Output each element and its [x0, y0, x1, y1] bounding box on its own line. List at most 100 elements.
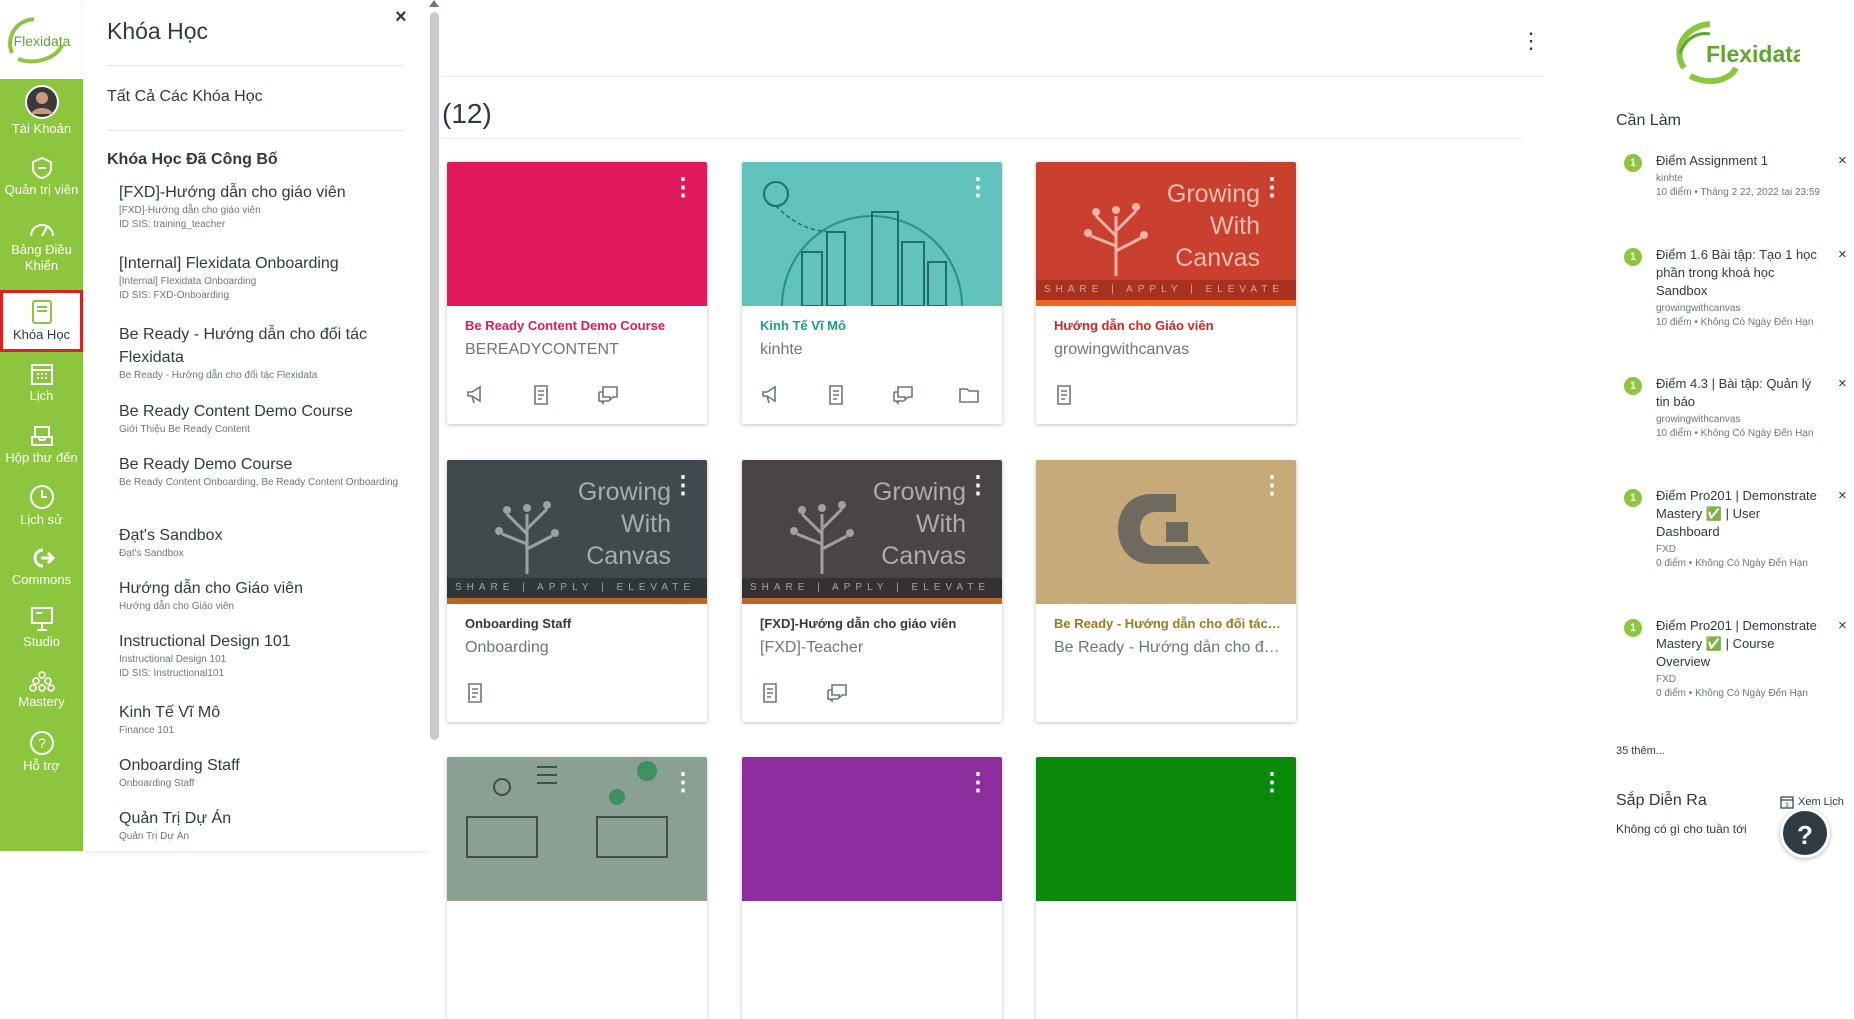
announcement-icon[interactable] — [760, 384, 782, 406]
course-card-hero[interactable] — [447, 162, 707, 306]
course-card-hero[interactable] — [742, 757, 1002, 901]
course-card-title[interactable]: Be Ready Content Demo Course — [465, 318, 693, 333]
tray-course-item[interactable]: Be Ready - Hướng dẫn cho đối tác Flexida… — [119, 323, 403, 383]
course-card-hero[interactable]: Growing With Canvas SHARE | APPLY | ELEVAT… — [742, 460, 1002, 604]
course-card-code: BEREADYCONTENT — [465, 341, 619, 358]
view-calendar-link[interactable]: 3 Xem Lịch — [1780, 795, 1844, 809]
folder-icon[interactable] — [958, 384, 980, 406]
course-card[interactable]: ⋮ Be Ready Content Demo Course BEREADYCO… — [447, 162, 707, 424]
course-card-title[interactable]: Kinh Tế Vĩ Mô — [760, 318, 988, 333]
card-options-kebab-icon[interactable]: ⋮ — [671, 771, 695, 795]
course-card[interactable]: ⋮ Be Ready - Hướng dẫn cho đối tác ... B… — [1036, 460, 1296, 722]
nav-help[interactable]: ? Hỗ trợ — [0, 730, 83, 778]
card-options-kebab-icon[interactable]: ⋮ — [966, 176, 990, 200]
dismiss-todo-close-icon[interactable]: × — [1838, 152, 1847, 169]
nav-admin[interactable]: Quản trị viên — [0, 156, 83, 204]
flexidata-logo[interactable]: Flexidata — [0, 0, 83, 79]
svg-text:Flexidata: Flexidata — [1706, 41, 1800, 67]
card-options-kebab-icon[interactable]: ⋮ — [1260, 771, 1284, 795]
discussion-icon[interactable] — [597, 384, 619, 406]
scroll-up-arrow-icon[interactable] — [429, 0, 439, 7]
course-card-title[interactable]: [FXD]-Hướng dẫn cho giáo viên — [760, 616, 988, 631]
todo-item-meta: 0 điểm • Không Có Ngày Đến Hạn — [1656, 558, 1808, 569]
nav-studio[interactable]: Studio — [0, 606, 83, 654]
accent-stripe — [447, 598, 707, 604]
nav-calendar[interactable]: Lịch — [0, 362, 83, 410]
course-card-hero[interactable] — [742, 162, 1002, 307]
tray-course-term: Finance 101 — [119, 725, 175, 736]
course-card-hero[interactable]: Growing With Canvas SHARE | APPLY | ELEVAT… — [447, 460, 707, 604]
card-options-kebab-icon[interactable]: ⋮ — [966, 474, 990, 498]
todo-item-name[interactable]: Điểm Pro201 | Demonstrate Mastery ✅ | Us… — [1656, 487, 1824, 541]
assignment-icon[interactable] — [1054, 384, 1076, 406]
dismiss-todo-close-icon[interactable]: × — [1838, 617, 1847, 634]
todo-item[interactable]: 1 Điểm Pro201 | Demonstrate Mastery ✅ | … — [1624, 617, 1847, 727]
tray-course-item[interactable]: Instructional Design 101 Instructional D… — [119, 630, 403, 681]
tray-course-item[interactable]: Hướng dẫn cho Giáo viên Hướng dẫn cho Gi… — [119, 577, 403, 614]
course-card-hero[interactable]: Growing With Canvas SHARE | APPLY | ELEVAT… — [1036, 162, 1296, 306]
dismiss-todo-close-icon[interactable]: × — [1838, 375, 1847, 392]
course-card-hero[interactable] — [1036, 460, 1296, 604]
nav-inbox[interactable]: Hộp thư đến — [0, 424, 83, 472]
card-options-kebab-icon[interactable]: ⋮ — [671, 176, 695, 200]
tray-close-button[interactable]: × — [395, 6, 407, 29]
dismiss-todo-close-icon[interactable]: × — [1838, 487, 1847, 504]
todo-item-name[interactable]: Điểm Pro201 | Demonstrate Mastery ✅ | Co… — [1656, 617, 1824, 671]
course-card-hero[interactable] — [447, 757, 707, 901]
tray-course-item[interactable]: Kinh Tế Vĩ Mô Finance 101 — [119, 701, 403, 738]
course-card-title[interactable]: Onboarding Staff — [465, 616, 693, 631]
assignment-icon[interactable] — [760, 682, 782, 704]
todo-item-name[interactable]: Điểm Assignment 1 — [1656, 152, 1824, 170]
course-card-code: growingwithcanvas — [1054, 341, 1190, 358]
course-card[interactable]: Growing With Canvas SHARE | APPLY | ELEVAT… — [742, 460, 1002, 722]
announcement-icon[interactable] — [465, 384, 487, 406]
todo-item-name[interactable]: Điểm 4.3 | Bài tập: Quản lý tin báo — [1656, 375, 1824, 411]
todo-more-link[interactable]: 35 thêm... — [1616, 745, 1665, 757]
scrollbar-thumb[interactable] — [430, 12, 439, 740]
course-card[interactable]: ⋮ — [1036, 757, 1296, 1019]
todo-item[interactable]: 1 Điểm Pro201 | Demonstrate Mastery ✅ | … — [1624, 487, 1847, 597]
upcoming-empty-text: Không có gì cho tuần tới — [1616, 822, 1747, 836]
todo-badge: 1 — [1624, 154, 1642, 172]
tray-course-item[interactable]: Be Ready Content Demo Course Giới Thiệu … — [119, 400, 403, 437]
todo-item[interactable]: 1 Điểm 1.6 Bài tập: Tạo 1 học phần trong… — [1624, 246, 1847, 356]
todo-item[interactable]: 1 Điểm 4.3 | Bài tập: Quản lý tin báo gr… — [1624, 375, 1847, 475]
course-card-title[interactable]: Hướng dẫn cho Giáo viên — [1054, 318, 1282, 333]
tray-scrollbar[interactable] — [427, 0, 442, 851]
assignment-icon[interactable] — [465, 682, 487, 704]
dismiss-todo-close-icon[interactable]: × — [1838, 246, 1847, 263]
tray-course-item[interactable]: Be Ready Demo Course Be Ready Content On… — [119, 453, 403, 490]
nav-dashboard[interactable]: Bảng Điều Khiển — [0, 218, 83, 280]
all-courses-link[interactable]: Tất Cả Các Khóa Học — [107, 88, 263, 106]
dashboard-options-kebab-icon[interactable]: ⋮ — [1520, 30, 1542, 52]
todo-item[interactable]: 1 Điểm Assignment 1 kinhte 10 điểm • Thá… — [1624, 152, 1847, 222]
nav-mastery[interactable]: Mastery — [0, 670, 83, 718]
tray-course-item[interactable]: [FXD]-Hướng dẫn cho giáo viên [FXD]-Hướn… — [119, 181, 403, 232]
card-options-kebab-icon[interactable]: ⋮ — [1260, 176, 1284, 200]
todo-item-name[interactable]: Điểm 1.6 Bài tập: Tạo 1 học phần trong k… — [1656, 246, 1824, 300]
tray-course-item[interactable]: [Internal] Flexidata Onboarding [Interna… — [119, 252, 403, 303]
card-options-kebab-icon[interactable]: ⋮ — [966, 771, 990, 795]
tray-course-name: Be Ready - Hướng dẫn cho đối tác Flexida… — [119, 326, 368, 366]
nav-commons[interactable]: Commons — [0, 546, 83, 594]
course-card[interactable]: ⋮ — [447, 757, 707, 1019]
course-card-title[interactable]: Be Ready - Hướng dẫn cho đối tác ... — [1054, 616, 1282, 631]
nav-history[interactable]: Lịch sử — [0, 484, 83, 532]
course-card[interactable]: ⋮ Kinh Tế Vĩ Mô kinhte — [742, 162, 1002, 424]
tray-course-item[interactable]: Quản Trị Dự Án Quản Trị Dự Án — [119, 807, 403, 844]
nav-courses[interactable]: Khóa Học — [0, 290, 83, 352]
discussion-icon[interactable] — [892, 384, 914, 406]
course-card[interactable]: Growing With Canvas SHARE | APPLY | ELEVAT… — [1036, 162, 1296, 424]
tray-course-item[interactable]: Onboarding Staff Onboarding Staff — [119, 754, 403, 791]
tray-course-name: Kinh Tế Vĩ Mô — [119, 704, 221, 721]
card-options-kebab-icon[interactable]: ⋮ — [671, 474, 695, 498]
assignment-icon[interactable] — [531, 384, 553, 406]
discussion-icon[interactable] — [826, 682, 848, 704]
course-card[interactable]: ⋮ — [742, 757, 1002, 1019]
card-options-kebab-icon[interactable]: ⋮ — [1260, 474, 1284, 498]
course-card-hero[interactable] — [1036, 757, 1296, 901]
course-card[interactable]: Growing With Canvas SHARE | APPLY | ELEVAT… — [447, 460, 707, 722]
assignment-icon[interactable] — [826, 384, 848, 406]
nav-account[interactable]: Tài Khoản — [0, 85, 83, 141]
tray-course-item[interactable]: Đạt's Sandbox Đạt's Sandbox — [119, 524, 403, 561]
